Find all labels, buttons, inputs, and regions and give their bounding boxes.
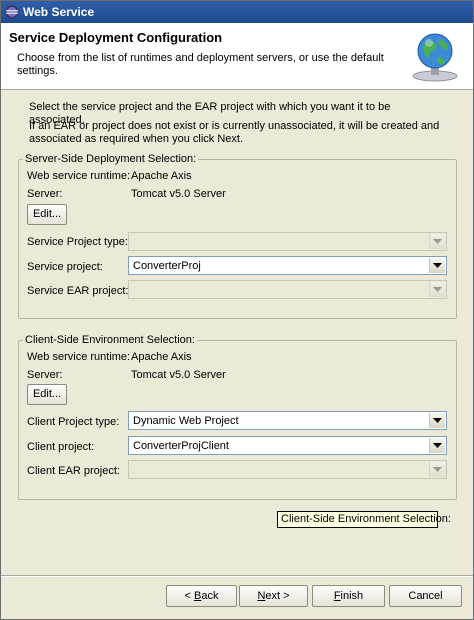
dropdown-arrow-icon[interactable] [429, 413, 445, 428]
cancel-button[interactable]: Cancel [389, 585, 462, 607]
service-project-value: ConverterProj [133, 260, 201, 272]
server-edit-button[interactable]: Edit... [27, 204, 67, 225]
client-edit-button[interactable]: Edit... [27, 384, 67, 405]
button-bar-separator [1, 575, 473, 577]
client-server-value: Tomcat v5.0 Server [131, 369, 226, 381]
next-button[interactable]: Next > [239, 585, 308, 607]
next-rest: ext > [265, 589, 290, 602]
wizard-header: Service Deployment Configuration Choose … [1, 23, 473, 90]
page-title: Service Deployment Configuration [9, 30, 223, 45]
client-project-type-combo[interactable]: Dynamic Web Project [128, 411, 447, 430]
web-service-globe-icon [412, 33, 458, 82]
client-server-label: Server: [27, 369, 63, 381]
server-server-value: Tomcat v5.0 Server [131, 188, 226, 200]
service-ear-project-label: Service EAR project: [27, 285, 129, 297]
client-runtime-value: Apache Axis [131, 351, 192, 363]
window-title: Web Service [23, 5, 95, 19]
client-ear-project-combo[interactable] [128, 460, 447, 479]
intro-text-2: If an EAR or project does not exist or i… [29, 120, 440, 145]
page-description: Choose from the list of runtimes and dep… [17, 52, 384, 77]
service-project-type-label: Service Project type: [27, 236, 128, 248]
title-bar[interactable]: Web Service [1, 1, 473, 23]
server-runtime-label: Web service runtime: [27, 170, 131, 182]
client-ear-project-label: Client EAR project: [27, 465, 120, 477]
client-project-label: Client project: [27, 441, 95, 453]
dropdown-arrow-icon[interactable] [429, 234, 445, 249]
finish-button[interactable]: Finish [312, 585, 385, 607]
server-side-legend: Server-Side Deployment Selection: [25, 153, 197, 165]
server-runtime-value: Apache Axis [131, 170, 192, 182]
service-project-type-combo[interactable] [128, 232, 447, 251]
tooltip: Client-Side Environment Selection: [277, 511, 451, 528]
client-project-combo[interactable]: ConverterProjClient [128, 436, 447, 455]
server-server-label: Server: [27, 188, 63, 200]
dropdown-arrow-icon[interactable] [429, 258, 445, 273]
back-button[interactable]: < Back [166, 585, 237, 607]
back-prefix: < [184, 589, 194, 602]
service-ear-project-combo[interactable] [128, 280, 447, 299]
client-project-type-value: Dynamic Web Project [133, 415, 239, 427]
finish-rest: inish [340, 589, 364, 602]
service-project-label: Service project: [27, 261, 103, 273]
dropdown-arrow-icon[interactable] [429, 438, 445, 453]
eclipse-icon [5, 5, 19, 19]
dropdown-arrow-icon[interactable] [429, 282, 445, 297]
client-project-value: ConverterProjClient [133, 440, 229, 452]
finish-mnemonic: F [333, 589, 341, 602]
client-runtime-label: Web service runtime: [27, 351, 131, 363]
dropdown-arrow-icon[interactable] [429, 462, 445, 477]
dialog-window: Web Service Service Deployment Configura… [0, 0, 474, 620]
service-project-combo[interactable]: ConverterProj [128, 256, 447, 275]
client-project-type-label: Client Project type: [27, 416, 120, 428]
client-side-legend: Client-Side Environment Selection: [25, 334, 195, 346]
back-rest: ack [201, 589, 219, 602]
